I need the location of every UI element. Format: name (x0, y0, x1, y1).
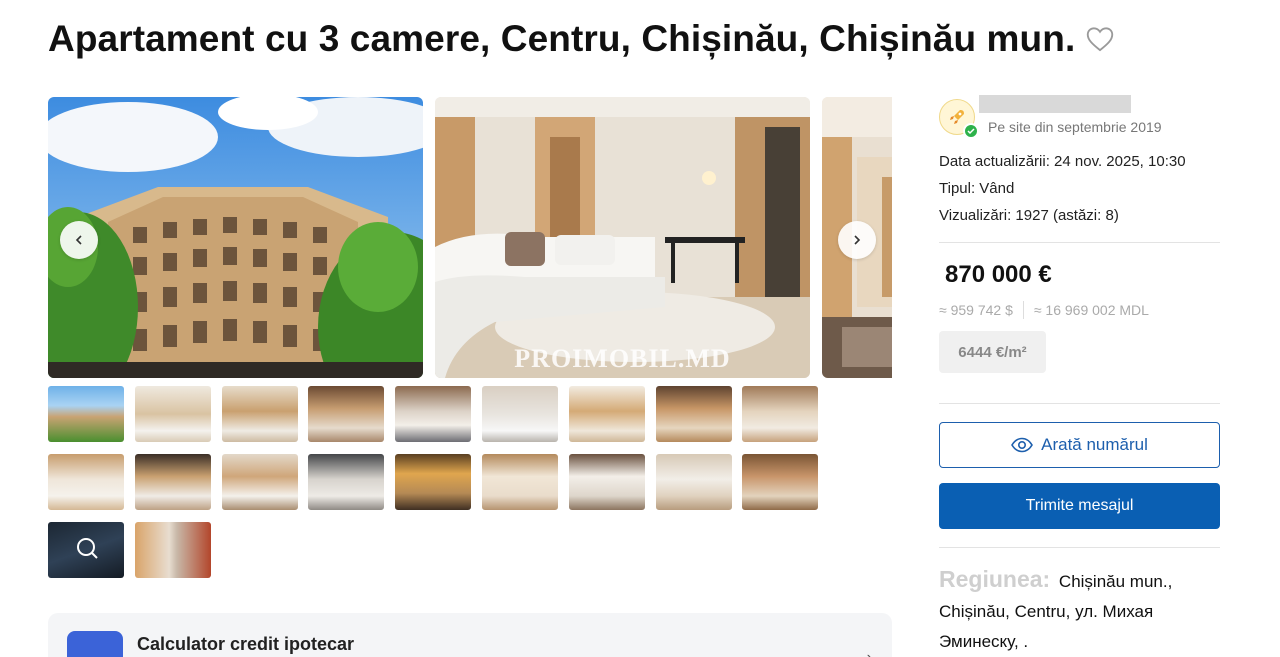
chevron-right-icon (854, 235, 861, 245)
listing-header: Apartament cu 3 camere, Centru, Chișinău… (48, 16, 1228, 62)
calculator-label: Calculator credit ipotecar (137, 634, 355, 654)
thumbnail[interactable] (135, 522, 211, 578)
gallery-watermark: PROIMOBIL.MD (514, 344, 731, 373)
divider (939, 403, 1220, 404)
thumbnail[interactable] (395, 386, 471, 442)
gallery-photo-next[interactable] (822, 97, 892, 378)
divider (1022, 301, 1024, 319)
favorite-button[interactable] (1085, 24, 1115, 54)
thumbnail[interactable] (48, 386, 124, 442)
gallery-prev-button[interactable] (60, 221, 98, 259)
listing-type: Tipul: Vând (939, 180, 1015, 197)
gallery-photo-building[interactable] (48, 97, 423, 378)
view-count: Vizualizări: 1927 (astăzi: 8) (939, 207, 1119, 224)
price-usd: ≈ 959 742 $ (939, 302, 1013, 318)
price-per-sqm: 6444 €/m² (939, 331, 1046, 373)
thumbnail[interactable] (656, 386, 732, 442)
region-label: Regiunea: (939, 566, 1051, 592)
show-number-button[interactable]: Arată numărul (939, 422, 1220, 468)
thumbnail[interactable] (48, 522, 124, 578)
thumbnail[interactable] (569, 386, 645, 442)
thumbnail[interactable] (222, 454, 298, 510)
show-number-label: Arată numărul (1041, 435, 1148, 454)
mortgage-calculator[interactable]: Calculator credit ipotecar › (48, 613, 892, 657)
thumbnail[interactable] (482, 386, 558, 442)
send-message-button[interactable]: Trimite mesajul (939, 483, 1220, 529)
search-icon (77, 538, 98, 559)
thumbnail[interactable] (482, 454, 558, 510)
thumbnail[interactable] (308, 386, 384, 442)
eye-icon (1011, 437, 1034, 453)
price-mdl: ≈ 16 969 002 MDL (1033, 302, 1149, 318)
region-info: Regiunea: Chișinău mun., Chișinău, Centr… (939, 564, 1220, 657)
thumbnail[interactable] (222, 386, 298, 442)
chevron-left-icon (75, 235, 82, 245)
thumbnail[interactable] (742, 454, 818, 510)
seller-avatar[interactable] (939, 99, 979, 139)
updated-date: Data actualizării: 24 nov. 2025, 10:30 (939, 153, 1186, 170)
heart-outline-icon (1087, 27, 1114, 52)
divider (939, 547, 1220, 548)
seller-name-redacted (979, 95, 1131, 113)
verified-badge-icon (963, 123, 979, 139)
photo-gallery: PROIMOBIL.MD (48, 97, 892, 379)
thumbnail[interactable] (569, 454, 645, 510)
thumbnail[interactable] (742, 386, 818, 442)
rocket-icon (950, 110, 964, 124)
thumbnail[interactable] (135, 454, 211, 510)
thumbnail[interactable] (48, 454, 124, 510)
gallery-photo-living-room[interactable]: PROIMOBIL.MD (435, 97, 810, 378)
calculator-icon (67, 631, 123, 657)
thumbnail[interactable] (395, 454, 471, 510)
chevron-right-icon: › (867, 649, 872, 657)
gallery-next-button[interactable] (838, 221, 876, 259)
price-conversions: ≈ 959 742 $ ≈ 16 969 002 MDL (939, 301, 1149, 319)
thumbnail[interactable] (656, 454, 732, 510)
price-main: 870 000 € (945, 261, 1052, 288)
divider (939, 242, 1220, 243)
thumbnail[interactable] (308, 454, 384, 510)
thumbnail[interactable] (135, 386, 211, 442)
page-title: Apartament cu 3 camere, Centru, Chișinău… (48, 18, 1076, 59)
seller-since: Pe site din septembrie 2019 (988, 119, 1162, 135)
